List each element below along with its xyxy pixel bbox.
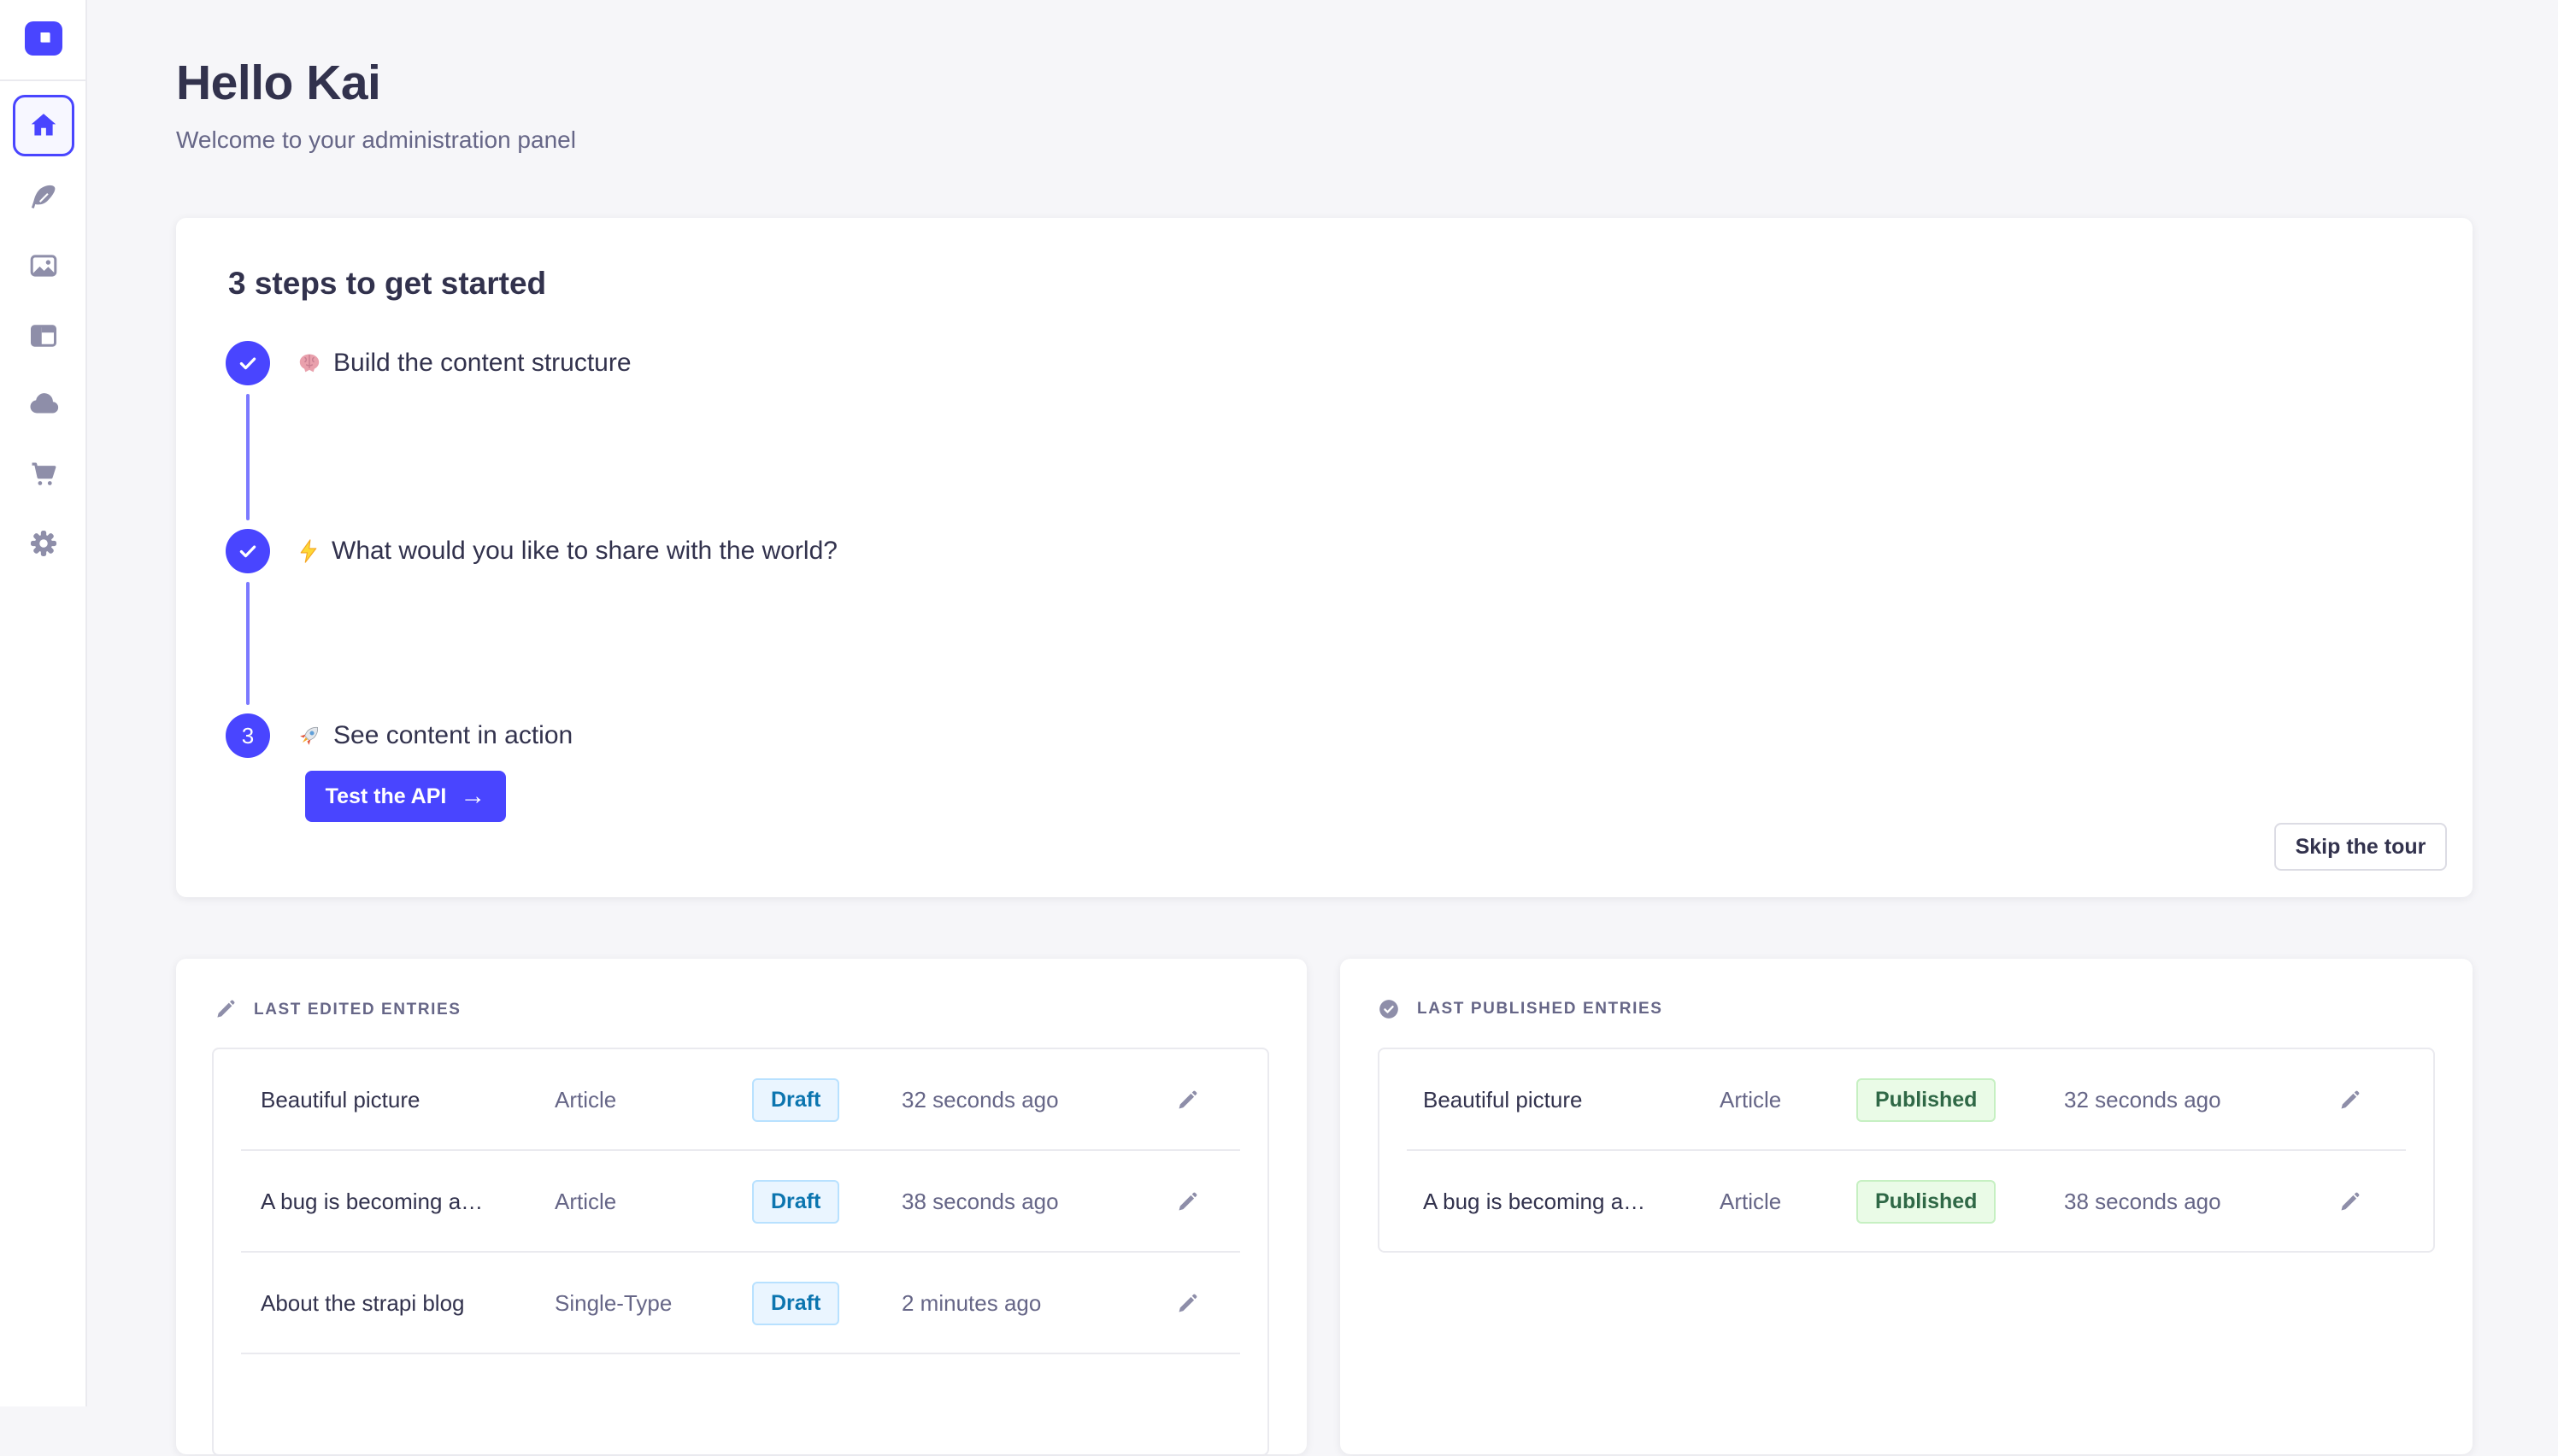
- entry-time: 32 seconds ago: [2064, 1087, 2331, 1113]
- step-2-label-row: What would you like to share with the wo…: [296, 529, 838, 573]
- sidebar-item-marketplace[interactable]: [25, 455, 62, 493]
- edit-entry-button[interactable]: [1168, 1183, 1206, 1221]
- step-3-label[interactable]: See content in action: [333, 721, 573, 750]
- step-1-label-row: Build the content structure: [296, 341, 632, 385]
- step-1-label[interactable]: Build the content structure: [333, 349, 632, 378]
- entry-time: 38 seconds ago: [902, 1189, 1168, 1215]
- entry-time: 38 seconds ago: [2064, 1189, 2331, 1215]
- sidebar-item-media-library[interactable]: [25, 247, 62, 285]
- check-circle-icon: [1378, 998, 1400, 1020]
- sidebar-item-content-manager[interactable]: [25, 179, 62, 216]
- edit-entry-button[interactable]: [2331, 1082, 2368, 1119]
- entry-type: Article: [555, 1087, 752, 1113]
- last-edited-title: LAST EDITED ENTRIES: [254, 1001, 462, 1019]
- edit-entry-button[interactable]: [1168, 1285, 1206, 1323]
- sidebar-item-home[interactable]: [13, 95, 74, 156]
- pencil-icon: [2337, 1190, 2361, 1214]
- check-icon: [236, 351, 260, 375]
- lightning-icon: [296, 538, 321, 564]
- last-edited-header: LAST EDITED ENTRIES: [214, 998, 462, 1021]
- step-3-number: 3: [226, 713, 270, 758]
- table-row-clipped: [214, 1354, 1267, 1456]
- table-row[interactable]: A bug is becoming a… Article Draft 38 se…: [214, 1151, 1267, 1253]
- step-2-label[interactable]: What would you like to share with the wo…: [332, 537, 838, 566]
- step-3-label-row: See content in action: [296, 713, 573, 758]
- sidebar-divider: [0, 79, 87, 81]
- edit-entry-button[interactable]: [1168, 1082, 1206, 1119]
- entry-type: Article: [555, 1189, 752, 1215]
- pencil-icon: [214, 998, 237, 1021]
- edit-entry-button[interactable]: [2331, 1183, 2368, 1221]
- entry-name: A bug is becoming a…: [261, 1189, 555, 1215]
- brain-icon: [296, 349, 323, 377]
- entry-time: 2 minutes ago: [902, 1290, 1168, 1317]
- status-badge: Draft: [752, 1282, 839, 1325]
- strapi-logo[interactable]: [25, 21, 62, 56]
- status-badge: Published: [1856, 1180, 1996, 1224]
- pencil-icon: [1175, 1089, 1199, 1113]
- status-badge: Draft: [752, 1078, 839, 1122]
- pencil-icon: [2337, 1089, 2361, 1113]
- sidebar-item-cloud[interactable]: [25, 386, 62, 424]
- table-row[interactable]: Beautiful picture Article Draft 32 secon…: [214, 1049, 1267, 1151]
- onboarding-title: 3 steps to get started: [228, 266, 546, 302]
- cart-icon: [27, 458, 60, 490]
- table-row[interactable]: Beautiful picture Article Published 32 s…: [1379, 1049, 2433, 1151]
- test-api-button[interactable]: Test the API →: [305, 771, 506, 822]
- entry-type: Article: [1720, 1087, 1856, 1113]
- last-edited-card: LAST EDITED ENTRIES Beautiful picture Ar…: [176, 959, 1307, 1454]
- last-published-header: LAST PUBLISHED ENTRIES: [1378, 998, 1663, 1020]
- cloud-icon: [27, 389, 60, 421]
- onboarding-card: 3 steps to get started Build the content…: [176, 218, 2473, 897]
- page-subtitle: Welcome to your administration panel: [176, 126, 576, 154]
- pencil-icon: [1175, 1190, 1199, 1214]
- entry-time: 32 seconds ago: [902, 1087, 1168, 1113]
- rocket-icon: [296, 722, 323, 749]
- entry-name: About the strapi blog: [261, 1290, 555, 1317]
- gear-icon: [27, 527, 60, 560]
- step-connector-2: [246, 582, 250, 705]
- last-published-card: LAST PUBLISHED ENTRIES Beautiful picture…: [1340, 959, 2473, 1454]
- strapi-logo-glyph: [32, 26, 56, 50]
- home-icon: [27, 109, 60, 142]
- sidebar: [0, 0, 87, 1406]
- page-title: Hello Kai: [176, 55, 380, 111]
- entry-name: Beautiful picture: [1423, 1087, 1720, 1113]
- entry-name: Beautiful picture: [261, 1087, 555, 1113]
- step-connector-1: [246, 394, 250, 520]
- entry-type: Article: [1720, 1189, 1856, 1215]
- check-icon: [236, 539, 260, 563]
- last-edited-table: Beautiful picture Article Draft 32 secon…: [212, 1048, 1269, 1456]
- feather-icon: [28, 182, 59, 213]
- entry-name: A bug is becoming a…: [1423, 1189, 1720, 1215]
- layout-icon: [28, 320, 59, 351]
- step-1-check: [226, 341, 270, 385]
- sidebar-item-settings[interactable]: [25, 525, 62, 562]
- last-published-title: LAST PUBLISHED ENTRIES: [1417, 1000, 1663, 1019]
- test-api-label: Test the API: [326, 784, 447, 809]
- pencil-icon: [1175, 1292, 1199, 1316]
- status-badge: Published: [1856, 1078, 1996, 1122]
- entry-type: Single-Type: [555, 1290, 752, 1317]
- table-row[interactable]: About the strapi blog Single-Type Draft …: [214, 1253, 1267, 1354]
- last-published-table: Beautiful picture Article Published 32 s…: [1378, 1048, 2435, 1253]
- media-icon: [28, 250, 59, 281]
- arrow-right-icon: →: [460, 784, 485, 809]
- table-row[interactable]: A bug is becoming a… Article Published 3…: [1379, 1151, 2433, 1253]
- status-badge: Draft: [752, 1180, 839, 1224]
- step-2-check: [226, 529, 270, 573]
- skip-tour-button[interactable]: Skip the tour: [2274, 823, 2447, 871]
- sidebar-item-content-type-builder[interactable]: [25, 317, 62, 355]
